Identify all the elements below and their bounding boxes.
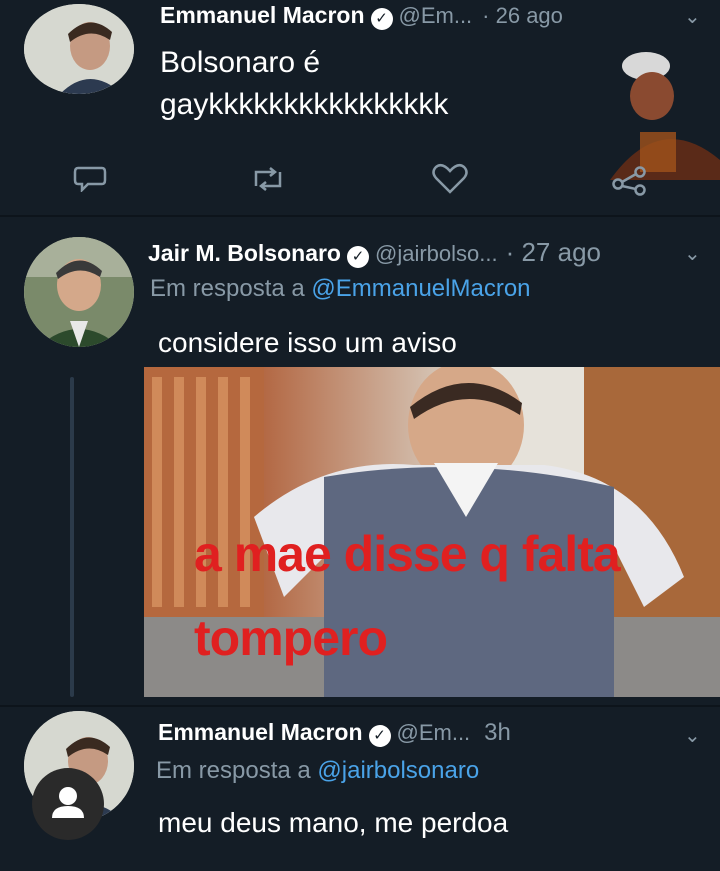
author-name[interactable]: Emmanuel Macron	[160, 2, 365, 29]
verified-badge-icon: ✓	[370, 8, 393, 30]
timestamp[interactable]: 3h	[484, 719, 511, 747]
media-image[interactable]: a mae disse q falta tompero	[144, 367, 720, 697]
avatar[interactable]	[24, 4, 134, 94]
background-figure	[610, 52, 720, 180]
verified-badge-icon: ✓	[368, 725, 391, 747]
reply-context: Em resposta a @EmmanuelMacron	[150, 275, 531, 303]
avatar-image	[24, 237, 134, 347]
chevron-down-icon[interactable]: ⌄	[684, 241, 701, 266]
author-handle[interactable]: @Em...	[399, 3, 473, 29]
reply-prefix: Em resposta a	[156, 757, 311, 784]
chevron-down-icon[interactable]: ⌄	[684, 4, 701, 29]
avatar[interactable]	[24, 237, 134, 347]
meme-caption-line-1: a mae disse q falta	[194, 526, 621, 582]
timestamp[interactable]: · 26 ago	[482, 3, 563, 29]
heart-icon[interactable]	[430, 163, 470, 195]
author-handle[interactable]: @jairbolso...	[375, 241, 498, 267]
share-icon[interactable]	[610, 162, 650, 196]
tweet-text: Bolsonaro é gaykkkkkkkkkkkkkkkk	[160, 42, 448, 126]
tweet-1[interactable]: Emmanuel Macron ✓ @Em... · 26 ago ⌄ Bols…	[0, 0, 720, 215]
reply-context: Em resposta a @jairbolsonaro	[156, 757, 479, 785]
meme-caption-line-2: tompero	[194, 610, 388, 666]
avatar-image	[24, 4, 134, 94]
reply-prefix: Em resposta a	[150, 275, 305, 302]
tweet-text-line: Bolsonaro é	[160, 46, 321, 79]
speech-bubble-icon[interactable]	[72, 164, 108, 192]
tweet-text: considere isso um aviso	[158, 327, 457, 358]
tweet-text: meu deus mano, me perdoa	[158, 807, 509, 838]
timestamp[interactable]: · 27 ago	[506, 237, 601, 268]
chevron-down-icon[interactable]: ⌄	[684, 723, 701, 748]
author-handle[interactable]: @Em...	[397, 720, 471, 746]
verified-badge-icon: ✓	[346, 246, 369, 268]
author-name[interactable]: Emmanuel Macron	[158, 719, 363, 746]
tweet-text-line: gaykkkkkkkkkkkkkkkk	[160, 88, 449, 121]
retweet-icon[interactable]	[248, 166, 288, 192]
reply-mention-link[interactable]: @jairbolsonaro	[317, 757, 479, 784]
profile-button[interactable]	[32, 768, 104, 840]
person-icon	[52, 787, 84, 818]
reply-mention-link[interactable]: @EmmanuelMacron	[311, 275, 530, 302]
author-name[interactable]: Jair M. Bolsonaro	[148, 240, 341, 267]
tweet-2[interactable]: Jair M. Bolsonaro ✓ @jairbolso... · 27 a…	[0, 217, 720, 705]
tweet-3[interactable]: Emmanuel Macron ✓ @Em... 3h ⌄ Em respost…	[0, 707, 720, 871]
thread-line	[70, 377, 74, 697]
